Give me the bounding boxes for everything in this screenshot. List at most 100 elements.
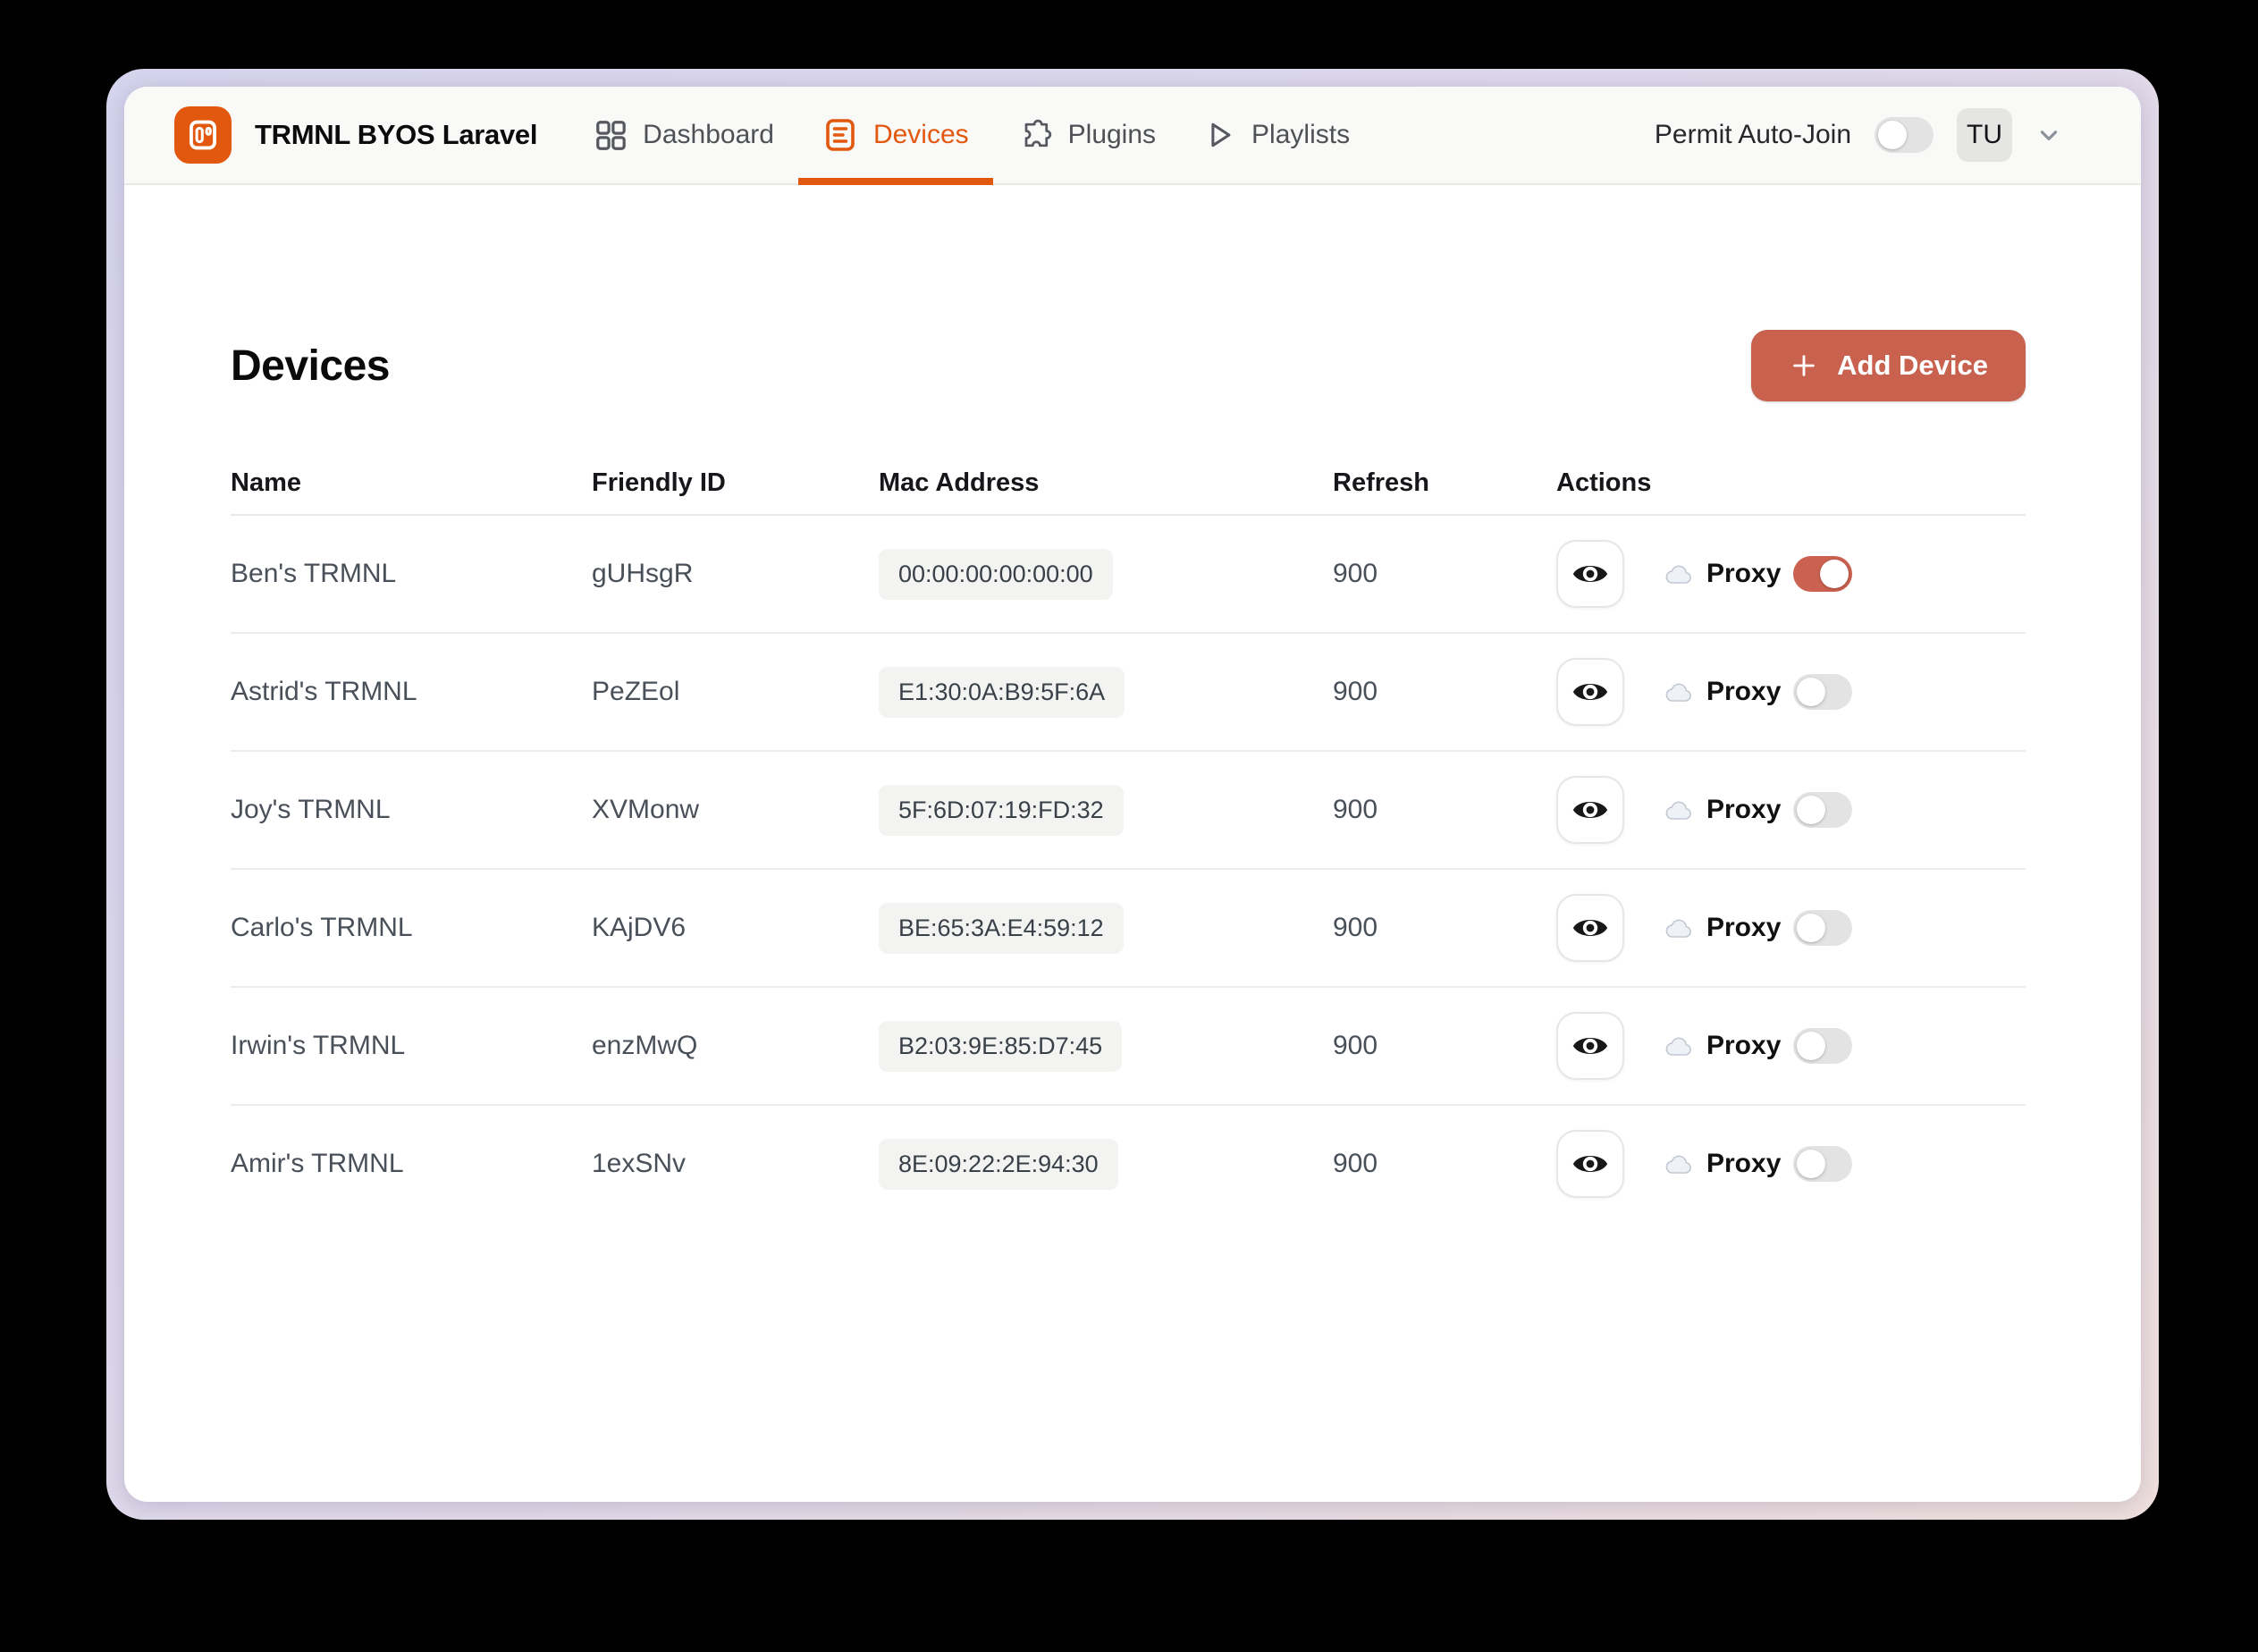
toggle-knob [1797,914,1826,942]
proxy-group: Proxy [1664,556,1853,592]
app-header: TRMNL BYOS Laravel Dashboard Devices Plu… [124,87,2141,185]
device-actions: Proxy [1556,894,2026,962]
table-row: Astrid's TRMNL PeZEol E1:30:0A:B9:5F:6A … [231,634,2026,752]
device-name: Irwin's TRMNL [231,1031,406,1060]
brand: TRMNL BYOS Laravel [174,106,537,164]
view-device-button[interactable] [1556,658,1624,726]
col-name: Name [231,468,301,497]
table-row: Joy's TRMNL XVMonw 5F:6D:07:19:FD:32 900… [231,752,2026,870]
trmnl-logo-icon [174,106,232,164]
cloud-icon [1665,801,1691,820]
table-row: Amir's TRMNL 1exSNv 8E:09:22:2E:94:30 90… [231,1106,2026,1222]
app-window: TRMNL BYOS Laravel Dashboard Devices Plu… [124,87,2141,1502]
grid-icon [594,118,628,152]
cloud-icon [1665,565,1691,584]
device-actions: Proxy [1556,776,2026,844]
list-box-icon [822,117,858,153]
proxy-group: Proxy [1664,792,1853,828]
app-title: TRMNL BYOS Laravel [255,119,538,150]
device-name: Astrid's TRMNL [231,677,417,706]
proxy-group: Proxy [1664,1028,1853,1064]
table-row: Irwin's TRMNL enzMwQ B2:03:9E:85:D7:45 9… [231,988,2026,1106]
device-friendly-id: gUHsgR [592,559,694,588]
puzzle-icon [1017,117,1053,153]
device-name: Ben's TRMNL [231,559,397,588]
toggle-knob [1797,678,1826,706]
view-device-button[interactable] [1556,1130,1624,1198]
device-mac: E1:30:0A:B9:5F:6A [879,666,1125,718]
header-right: Permit Auto-Join TU [1655,108,2062,162]
proxy-label: Proxy [1706,795,1782,824]
toggle-knob [1878,121,1907,149]
plus-icon [1793,355,1815,376]
window-frame: TRMNL BYOS Laravel Dashboard Devices Plu… [106,69,2159,1520]
eye-icon [1572,802,1608,818]
proxy-label: Proxy [1706,559,1782,588]
page-head: Devices Add Device [231,330,2026,401]
proxy-toggle[interactable] [1793,1028,1853,1064]
proxy-toggle[interactable] [1793,674,1853,710]
add-device-button[interactable]: Add Device [1751,330,2026,401]
devices-table: Name Friendly ID Mac Address Refresh Act… [231,451,2026,1222]
proxy-toggle[interactable] [1793,1146,1853,1182]
eye-icon [1572,566,1608,582]
cloud-icon [1665,1037,1691,1056]
col-friendly-id: Friendly ID [592,468,726,497]
permit-auto-join-toggle[interactable] [1875,117,1934,153]
col-actions: Actions [1556,468,1652,497]
proxy-label: Proxy [1706,1149,1782,1178]
device-refresh: 900 [1333,559,1378,588]
col-mac-address: Mac Address [879,468,1040,497]
device-refresh: 900 [1333,677,1378,706]
nav-item-playlists[interactable]: Playlists [1180,87,1374,183]
view-device-button[interactable] [1556,540,1624,608]
proxy-group: Proxy [1664,674,1853,710]
device-name: Amir's TRMNL [231,1149,404,1178]
device-name: Carlo's TRMNL [231,913,413,942]
cloud-icon [1665,683,1691,702]
device-friendly-id: 1exSNv [592,1149,687,1178]
eye-icon [1572,1038,1608,1054]
device-mac: 00:00:00:00:00:00 [879,548,1113,600]
proxy-toggle[interactable] [1793,910,1853,946]
nav-item-plugins[interactable]: Plugins [993,87,1180,183]
device-mac: BE:65:3A:E4:59:12 [879,902,1124,954]
add-device-label: Add Device [1837,350,1988,381]
table-body: Ben's TRMNL gUHsgR 00:00:00:00:00:00 900… [231,516,2026,1222]
view-device-button[interactable] [1556,776,1624,844]
device-mac: 8E:09:22:2E:94:30 [879,1138,1118,1190]
table-row: Carlo's TRMNL KAjDV6 BE:65:3A:E4:59:12 9… [231,870,2026,988]
view-device-button[interactable] [1556,894,1624,962]
proxy-toggle[interactable] [1793,556,1853,592]
main-nav: Dashboard Devices Plugins Playlists [569,87,1374,185]
toggle-knob [1820,560,1849,588]
chevron-down-icon[interactable] [2035,122,2062,148]
view-device-button[interactable] [1556,1012,1624,1080]
toggle-knob [1797,1150,1826,1178]
eye-icon [1572,684,1608,700]
device-friendly-id: KAjDV6 [592,913,687,942]
proxy-group: Proxy [1664,1146,1853,1182]
nav-item-devices[interactable]: Devices [797,87,993,185]
device-refresh: 900 [1333,913,1378,942]
proxy-toggle[interactable] [1793,792,1853,828]
device-friendly-id: PeZEol [592,677,680,706]
device-refresh: 900 [1333,1149,1378,1178]
cloud-icon [1665,919,1691,938]
table-header-row: Name Friendly ID Mac Address Refresh Act… [231,451,2026,516]
eye-icon [1572,920,1608,936]
eye-icon [1572,1156,1608,1172]
proxy-label: Proxy [1706,677,1782,706]
device-refresh: 900 [1333,1031,1378,1060]
permit-auto-join-label: Permit Auto-Join [1654,120,1851,149]
proxy-label: Proxy [1706,913,1782,942]
cloud-icon [1665,1155,1691,1174]
avatar[interactable]: TU [1957,108,2012,162]
device-refresh: 900 [1333,795,1378,824]
table-row: Ben's TRMNL gUHsgR 00:00:00:00:00:00 900… [231,516,2026,634]
nav-item-dashboard[interactable]: Dashboard [569,87,798,183]
col-refresh: Refresh [1333,468,1429,497]
device-mac: 5F:6D:07:19:FD:32 [879,784,1124,836]
device-friendly-id: XVMonw [592,795,700,824]
device-actions: Proxy [1556,1012,2026,1080]
